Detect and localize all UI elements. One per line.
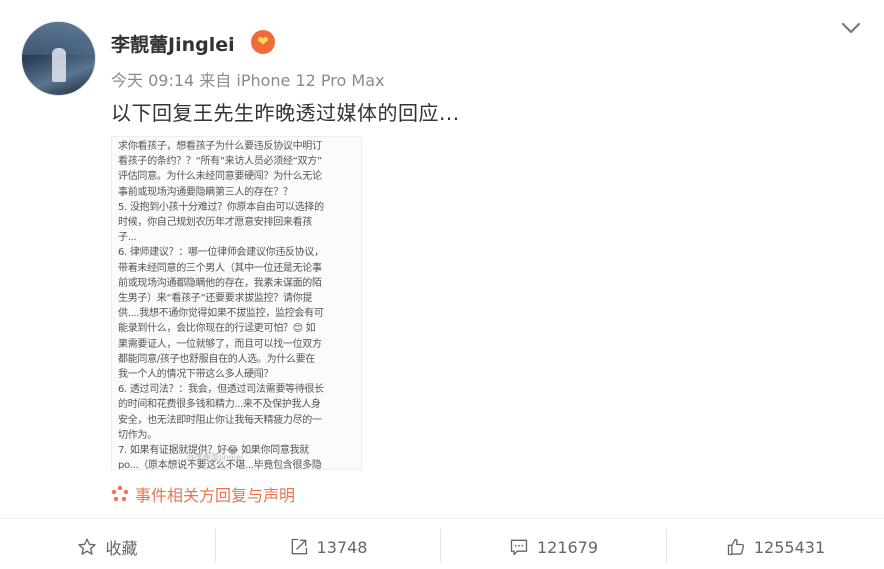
star-icon <box>78 538 97 555</box>
author-name[interactable]: 李靚蕾Jinglei <box>111 30 235 57</box>
repost-button[interactable]: 13748 <box>216 527 440 567</box>
topic-label: 事件相关方回复与声明 <box>135 486 296 505</box>
chevron-down-icon[interactable] <box>840 20 862 36</box>
like-count: 1255431 <box>753 537 826 557</box>
action-bar-divider <box>0 518 884 519</box>
thumbs-up-icon <box>727 538 744 556</box>
comment-count: 121679 <box>536 537 599 557</box>
post-text: 以下回复王先生昨晚透过媒体的回应... <box>111 101 460 125</box>
image-text: 求你看孩子，想看孩子为什么要违反协议中明订 看孩子的条约？？“所有”来访人员必须… <box>118 141 324 470</box>
post-time[interactable]: 今天 09:14 <box>111 71 194 90</box>
favorite-button[interactable]: 收藏 <box>0 527 215 567</box>
comment-button[interactable]: 121679 <box>441 527 666 567</box>
author-avatar[interactable] <box>21 21 96 96</box>
repost-icon <box>291 538 307 555</box>
topic-link[interactable]: 事件相关方回复与声明 <box>111 482 295 506</box>
topic-dots-icon <box>111 485 129 502</box>
post-source: 来自 iPhone 12 Pro Max <box>199 71 385 90</box>
repost-count: 13748 <box>316 537 368 557</box>
comment-icon <box>510 539 528 556</box>
heart-badge-icon[interactable]: ❤ <box>251 30 275 54</box>
like-button[interactable]: 1255431 <box>667 527 884 567</box>
favorite-label: 收藏 <box>105 539 138 558</box>
post-image[interactable]: 求你看孩子，想看孩子为什么要违反协议中明订 看孩子的条约？？“所有”来访人员必须… <box>111 136 362 470</box>
post-meta: 今天 09:14 来自 iPhone 12 Pro Max <box>111 67 384 91</box>
image-watermark: @李靚蕾Jinglei <box>187 453 244 462</box>
